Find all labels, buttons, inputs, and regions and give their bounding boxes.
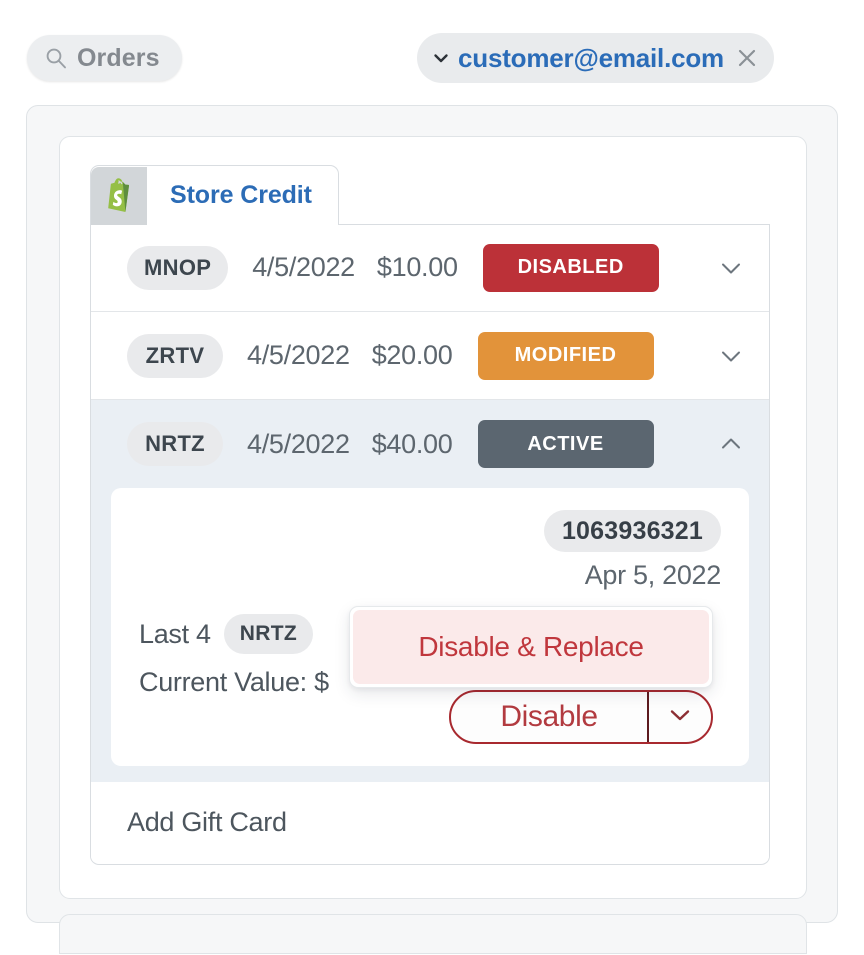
close-icon[interactable] — [736, 47, 758, 69]
gift-card-code: ZRTV — [127, 333, 223, 378]
tab-store-credit[interactable]: Store Credit — [90, 165, 339, 225]
gift-card-row[interactable]: ZRTV 4/5/2022 $20.00 MODIFIED — [91, 312, 769, 400]
outer-panel: Store Credit MNOP 4/5/2022 $10.00 DISABL… — [26, 105, 838, 954]
gift-card-detail-region: 1063936321 Apr 5, 2022 Last 4 NRTZ Curre… — [91, 488, 769, 782]
chevron-up-icon[interactable] — [717, 430, 745, 458]
gift-card-created-date: Apr 5, 2022 — [584, 560, 722, 590]
disable-dropdown-menu: Disable & Replace — [349, 606, 713, 688]
gift-card-date: 4/5/2022 — [252, 252, 355, 282]
gift-card-amount: $10.00 — [376, 252, 458, 282]
top-bar: Orders customer@email.com — [0, 0, 864, 100]
customer-email[interactable]: customer@email.com — [458, 43, 724, 74]
gift-card-code: NRTZ — [127, 422, 223, 466]
chevron-down-icon[interactable] — [431, 48, 451, 68]
gift-card-amount: $40.00 — [371, 428, 453, 459]
menu-item-disable-and-replace[interactable]: Disable & Replace — [353, 610, 709, 684]
shopify-icon — [91, 166, 147, 225]
orders-label: Orders — [77, 43, 160, 72]
gift-card-row[interactable]: MNOP 4/5/2022 $10.00 DISABLED — [91, 224, 769, 312]
last4-value: NRTZ — [223, 614, 313, 654]
status-badge: DISABLED — [482, 243, 659, 292]
gift-card-list: MNOP 4/5/2022 $10.00 DISABLED ZRTV 4/5/2… — [90, 224, 770, 865]
disable-dropdown-toggle[interactable] — [649, 692, 711, 742]
add-gift-card-label: Add Gift Card — [127, 806, 287, 837]
next-panel-stub — [59, 914, 807, 954]
status-badge: MODIFIED — [477, 331, 654, 380]
chevron-down-icon[interactable] — [717, 254, 745, 282]
chevron-down-icon[interactable] — [717, 342, 745, 370]
gift-card-date: 4/5/2022 — [247, 340, 350, 370]
inner-panel: Store Credit MNOP 4/5/2022 $10.00 DISABL… — [59, 136, 807, 899]
gift-card-code: MNOP — [127, 245, 229, 290]
tab-label: Store Credit — [170, 181, 312, 209]
gift-card-row[interactable]: NRTZ 4/5/2022 $40.00 ACTIVE — [91, 400, 769, 488]
detail-header: 1063936321 Apr 5, 2022 — [139, 510, 721, 591]
store-credit-card: Store Credit MNOP 4/5/2022 $10.00 DISABL… — [90, 165, 770, 865]
gift-card-number: 1063936321 — [543, 510, 721, 552]
disable-split-button[interactable]: Disable — [449, 690, 713, 744]
last4-label: Last 4 — [139, 618, 211, 649]
gift-card-amount: $20.00 — [371, 340, 453, 370]
gift-card-date: 4/5/2022 — [247, 428, 350, 459]
disable-button[interactable]: Disable — [451, 692, 647, 742]
gift-card-detail-card: 1063936321 Apr 5, 2022 Last 4 NRTZ Curre… — [111, 488, 749, 766]
search-icon — [45, 47, 67, 69]
add-gift-card-button[interactable]: Add Gift Card — [91, 782, 769, 862]
status-badge: ACTIVE — [477, 420, 654, 468]
current-value-label: Current Value: $ — [139, 666, 329, 697]
tab-strip: Store Credit — [90, 165, 770, 225]
customer-chip[interactable]: customer@email.com — [417, 33, 774, 83]
orders-search-button[interactable]: Orders — [27, 35, 182, 81]
chevron-down-icon — [665, 700, 695, 735]
